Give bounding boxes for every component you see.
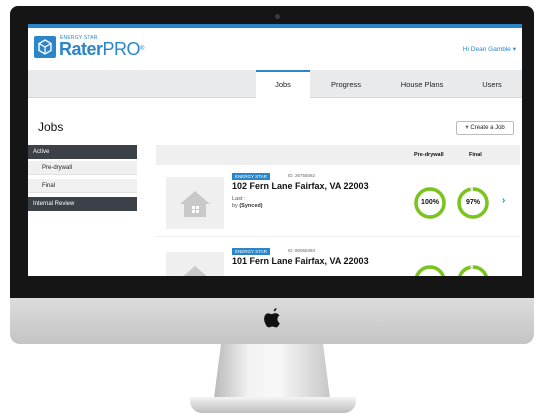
final-percent: 97% <box>465 199 480 206</box>
apple-logo-icon <box>263 306 283 330</box>
house-icon <box>180 191 210 217</box>
house-thumbnail <box>166 177 224 229</box>
final-progress-ring[interactable]: 97% <box>456 186 490 220</box>
energy-star-badge: ENERGY STAR <box>232 173 270 180</box>
list-header <box>156 145 520 165</box>
job-address[interactable]: 102 Fern Lane Fairfax, VA 22003 <box>232 181 369 191</box>
job-row[interactable]: ENERGY STAR ID: 26755062 102 Fern Lane F… <box>156 167 520 237</box>
tab-house-plans[interactable]: House Plans <box>384 70 460 98</box>
job-id: ID: 26755062 <box>288 173 316 178</box>
chevron-right-icon[interactable]: › <box>502 195 505 206</box>
sidebar-section-active[interactable]: Active <box>28 145 137 159</box>
tab-progress[interactable]: Progress <box>316 70 376 98</box>
page-title: Jobs <box>38 120 64 134</box>
app-screen: ENERGY STAR RaterPRO® Hi Dean Gamble ▾ J… <box>28 24 522 276</box>
job-by-label: by <box>232 203 238 209</box>
create-job-button[interactable]: + Create a Job <box>456 121 514 135</box>
monitor-stand-foot <box>190 397 356 413</box>
job-by-value: (Synced) <box>239 203 263 209</box>
pre-drywall-progress-ring[interactable] <box>413 264 447 276</box>
job-synced-status: by (Synced) <box>232 203 263 209</box>
camera-icon <box>275 14 280 19</box>
house-icon <box>183 266 207 276</box>
brand-tm: ® <box>140 46 144 52</box>
column-header-final: Final <box>469 152 482 158</box>
user-greeting: Hi Dean Gamble <box>462 46 511 53</box>
chevron-down-icon: ▾ <box>512 46 516 53</box>
energy-star-logo-icon[interactable] <box>34 36 56 58</box>
brand-logo[interactable]: RaterPRO® <box>59 40 144 58</box>
house-thumbnail <box>166 252 224 276</box>
tab-users[interactable]: Users <box>466 70 518 98</box>
plus-icon: + <box>465 125 469 131</box>
column-header-pre-drywall: Pre-drywall <box>414 152 444 158</box>
job-address[interactable]: 101 Fern Lane Fairfax, VA 22003 <box>232 256 369 266</box>
sidebar-item-pre-drywall[interactable]: Pre-drywall <box>28 161 137 175</box>
brand-suffix: PRO <box>102 39 141 59</box>
pre-drywall-progress-ring[interactable]: 100% <box>413 186 447 220</box>
pre-drywall-percent: 100% <box>421 199 439 206</box>
job-id: ID: 80055393 <box>288 248 316 253</box>
brand-main: Rater <box>59 39 103 59</box>
tab-jobs[interactable]: Jobs <box>256 70 310 98</box>
monitor-stand-neck <box>214 344 330 398</box>
create-job-label: Create a Job <box>470 125 505 131</box>
sidebar-item-final[interactable]: Final <box>28 179 137 193</box>
job-last-label: Last : <box>232 196 246 202</box>
sidebar-section-internal-review[interactable]: Internal Review <box>28 197 137 211</box>
job-row[interactable]: ENERGY STAR ID: 80055393 101 Fern Lane F… <box>156 242 520 276</box>
energy-star-badge: ENERGY STAR <box>232 248 270 255</box>
final-progress-ring[interactable] <box>456 264 490 276</box>
accent-bar <box>28 24 522 28</box>
user-menu[interactable]: Hi Dean Gamble ▾ <box>463 45 516 53</box>
